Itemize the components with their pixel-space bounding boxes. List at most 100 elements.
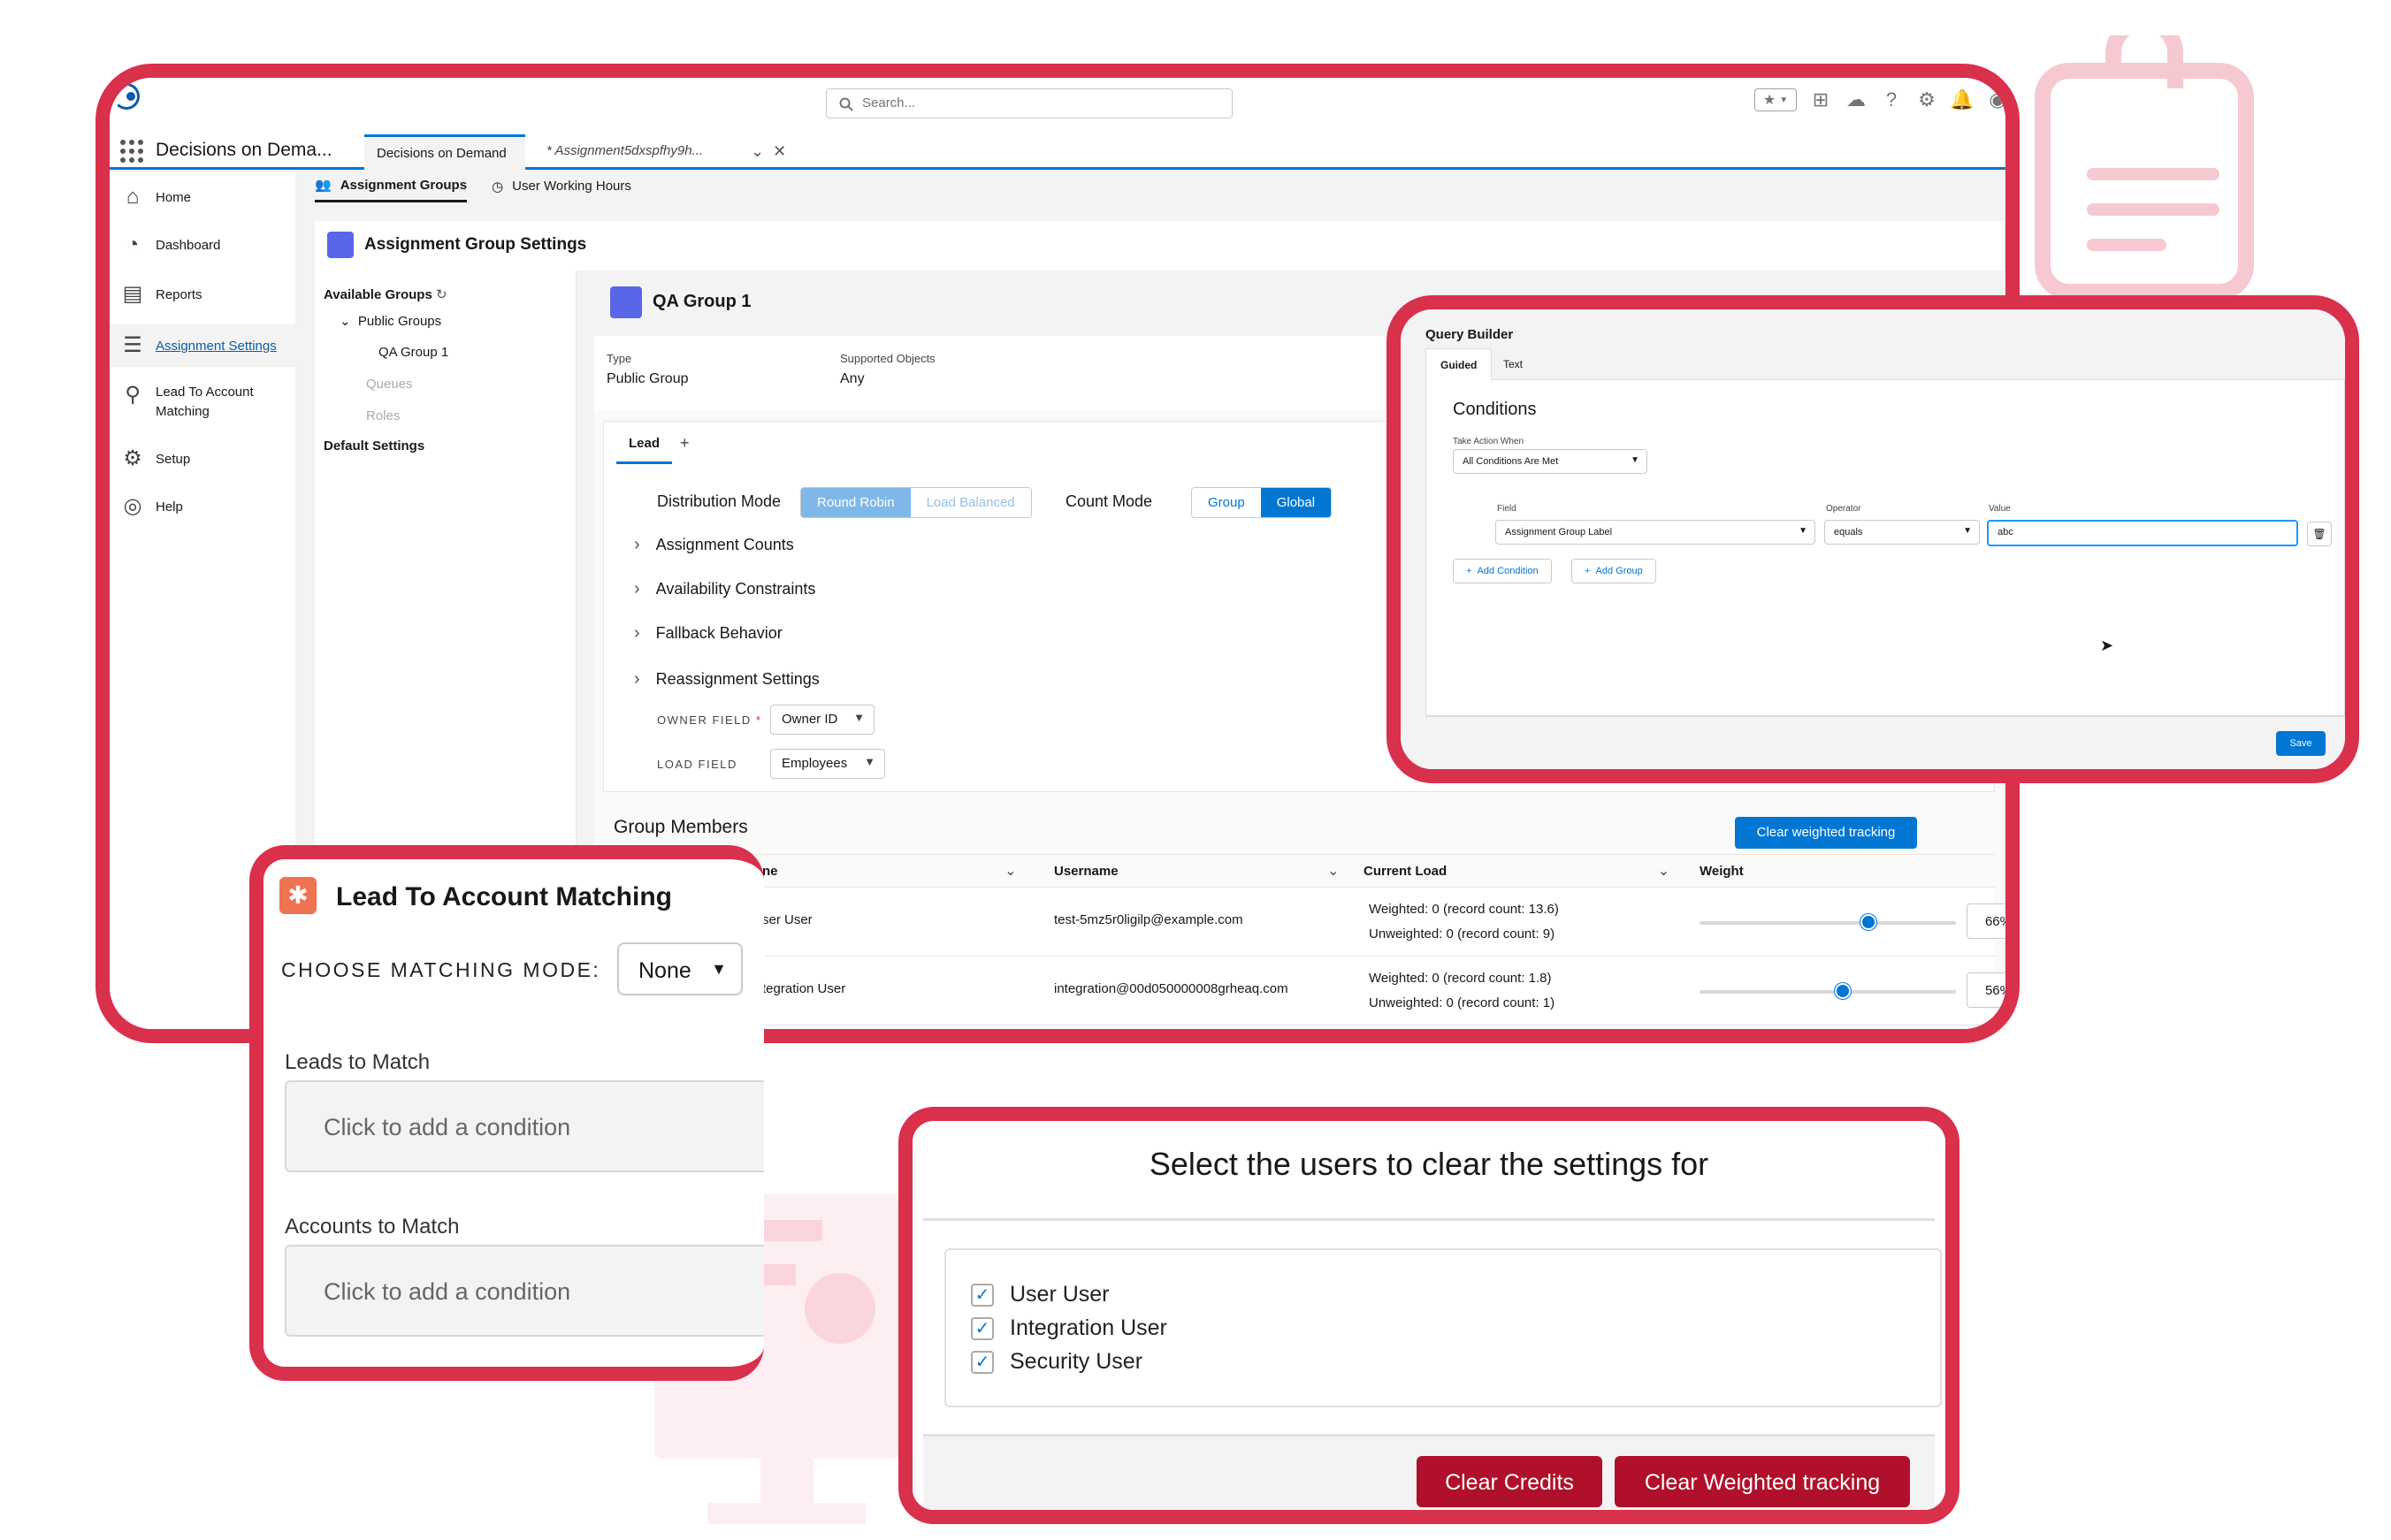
chevron-down-icon[interactable]: ⌄	[1658, 862, 1669, 880]
tab-lead[interactable]: Lead	[616, 431, 673, 464]
tab-label: Decisions on Demand	[377, 146, 507, 161]
weight-slider[interactable]	[1700, 990, 1956, 994]
value-input[interactable]: abc	[1987, 520, 2298, 546]
clear-weighted-tracking-button[interactable]: Clear Weighted tracking	[1615, 1456, 1910, 1507]
sidebar-item-label: Reports	[156, 287, 202, 302]
field-select[interactable]: Assignment Group Label ▼	[1495, 520, 1815, 545]
weight-slider-handle[interactable]	[1835, 983, 1852, 999]
user-checkbox-item[interactable]: ✓ Integration User	[971, 1315, 1167, 1341]
add-group-button[interactable]: + Add Group	[1571, 559, 1656, 583]
checkbox-checked-icon[interactable]: ✓	[971, 1283, 994, 1307]
sidebar-item-dashboard[interactable]: ◔ Dashboard	[120, 233, 221, 257]
column-name[interactable]: ne ⌄	[762, 864, 1017, 879]
sidebar-item-help[interactable]: ◎ Help	[120, 494, 183, 519]
save-button[interactable]: Save	[2276, 731, 2326, 756]
tree-item-queues[interactable]: Queues	[366, 377, 413, 392]
chevron-down-icon: ⌄	[340, 314, 351, 329]
clear-settings-frame: Select the users to clear the settings f…	[898, 1107, 1959, 1524]
query-builder-tabs: Guided Text	[1425, 348, 2345, 380]
cloud-logo-icon	[113, 83, 140, 110]
query-builder-title: Query Builder	[1425, 327, 1514, 342]
lead-matching-panel: ✱ Lead To Account Matching CHOOSE MATCHI…	[264, 859, 764, 1367]
column-username[interactable]: Username ⌄	[1054, 864, 1340, 879]
tab-guided[interactable]: Guided	[1425, 348, 1493, 380]
search-placeholder: Search...	[862, 95, 916, 111]
default-settings-item[interactable]: Default Settings	[324, 438, 424, 454]
tree-item-roles[interactable]: Roles	[366, 408, 400, 423]
app-name: Decisions on Dema...	[156, 140, 332, 160]
chevron-down-icon[interactable]: ⌄	[1327, 862, 1339, 880]
sub-tab-label: Assignment Groups	[340, 177, 468, 193]
refresh-icon[interactable]: ↻	[436, 287, 447, 302]
divider	[923, 1218, 1935, 1221]
tab-assignment-groups[interactable]: 👥 Assignment Groups	[315, 177, 468, 202]
add-condition-label: Add Condition	[1477, 566, 1539, 576]
global-actions-plus-icon[interactable]: ⊞	[1809, 88, 1832, 111]
close-icon[interactable]: ✕	[773, 142, 795, 160]
sidebar-item-home[interactable]: ⌂ Home	[120, 185, 191, 210]
load-field-select[interactable]: Employees ▼	[770, 749, 885, 779]
checkbox-checked-icon[interactable]: ✓	[971, 1316, 994, 1340]
round-robin-button[interactable]: Round Robin	[801, 488, 911, 517]
load-balanced-button[interactable]: Load Balanced	[910, 488, 1031, 517]
mouse-cursor-icon: ➤	[2100, 637, 2114, 654]
clear-credits-button[interactable]: Clear Credits	[1417, 1456, 1602, 1507]
tab-text[interactable]: Text	[1489, 348, 1537, 380]
owner-field-select[interactable]: Owner ID ▼	[770, 705, 875, 735]
clear-settings-footer: Clear Credits Clear Weighted tracking	[923, 1434, 1935, 1510]
setup-gear-icon[interactable]: ⚙	[1915, 88, 1938, 111]
accounts-condition-box[interactable]: Click to add a condition	[285, 1245, 764, 1337]
global-search-input[interactable]: Search...	[826, 88, 1233, 118]
sidebar-item-assignment-settings[interactable]: ☰ Assignment Settings	[110, 324, 295, 367]
chevron-down-icon[interactable]: ⌄	[1005, 862, 1016, 880]
global-count-button[interactable]: Global	[1260, 488, 1332, 517]
weight-percent-input[interactable]: 56%	[1967, 972, 2005, 1008]
favorites-star-icon[interactable]: ★ ▼	[1754, 88, 1797, 111]
load-field-value: Employees	[782, 756, 848, 771]
notifications-bell-icon[interactable]: 🔔	[1950, 88, 1974, 111]
user-checkbox-item[interactable]: ✓ Security User	[971, 1349, 1142, 1375]
count-mode-toggle: Group Global	[1191, 487, 1333, 518]
checkbox-checked-icon[interactable]: ✓	[971, 1350, 994, 1374]
app-launcher-icon[interactable]	[120, 140, 143, 163]
members-table-header: ne ⌄ Username ⌄ Current Load ⌄ Weight	[603, 854, 1995, 888]
sidebar-item-lead-matching[interactable]: ⚲ Lead To Account Matching	[120, 383, 271, 422]
tree-item-qa-group[interactable]: QA Group 1	[378, 345, 448, 360]
user-avatar-icon[interactable]: ◉	[1986, 88, 2005, 111]
trailhead-icon[interactable]: ☁	[1845, 88, 1868, 111]
sidebar-item-setup[interactable]: ⚙ Setup	[120, 446, 190, 471]
group-count-button[interactable]: Group	[1192, 488, 1261, 517]
weight-slider[interactable]	[1700, 921, 1956, 925]
add-object-tab[interactable]: +	[680, 434, 690, 453]
column-label: Current Load	[1364, 864, 1448, 879]
operator-select[interactable]: equals ▼	[1824, 520, 1980, 545]
tab-assignment-record[interactable]: * Assignment5dxspfhy9h... ⌄✕	[534, 134, 786, 170]
tab-user-working-hours[interactable]: ◷ User Working Hours	[492, 177, 631, 202]
section-availability-constraints[interactable]: › Availability Constraints	[634, 579, 815, 599]
user-checkbox-item[interactable]: ✓ User User	[971, 1282, 1110, 1307]
leads-condition-box[interactable]: Click to add a condition	[285, 1080, 764, 1172]
matching-mode-select[interactable]: None ▼	[617, 942, 743, 995]
lead-matching-frame: ✱ Lead To Account Matching CHOOSE MATCHI…	[249, 845, 764, 1381]
sidebar-item-label: Help	[156, 499, 183, 515]
column-current-load[interactable]: Current Load ⌄	[1364, 864, 1669, 879]
tab-decisions-on-demand[interactable]: Decisions on Demand	[364, 134, 525, 170]
column-weight[interactable]: Weight	[1700, 864, 1744, 879]
help-question-icon[interactable]: ?	[1880, 88, 1903, 111]
delete-condition-trash-icon[interactable]: 🗑	[2307, 522, 2332, 546]
section-reassignment-settings[interactable]: › Reassignment Settings	[634, 669, 820, 690]
take-action-select[interactable]: All Conditions Are Met ▼	[1453, 449, 1647, 474]
clipboard-decoration-icon	[2035, 35, 2254, 300]
section-fallback-behavior[interactable]: › Fallback Behavior	[634, 623, 783, 644]
weight-slider-handle[interactable]	[1860, 914, 1877, 930]
add-condition-button[interactable]: + Add Condition	[1453, 559, 1552, 583]
unweighted-load: Unweighted: 0 (record count: 1)	[1369, 995, 1555, 1010]
weight-percent-input[interactable]: 66%	[1967, 903, 2005, 939]
tree-item-public-groups[interactable]: ⌄ Public Groups	[340, 313, 441, 329]
chevron-down-icon[interactable]: ⌄	[751, 142, 773, 160]
section-assignment-counts[interactable]: › Assignment Counts	[634, 535, 794, 555]
user-label: User User	[1010, 1282, 1110, 1307]
sidebar-item-reports[interactable]: ▤ Reports	[120, 282, 202, 307]
clear-weighted-tracking-button[interactable]: Clear weighted tracking	[1735, 817, 1917, 849]
distribution-mode-label: Distribution Mode	[657, 492, 782, 510]
